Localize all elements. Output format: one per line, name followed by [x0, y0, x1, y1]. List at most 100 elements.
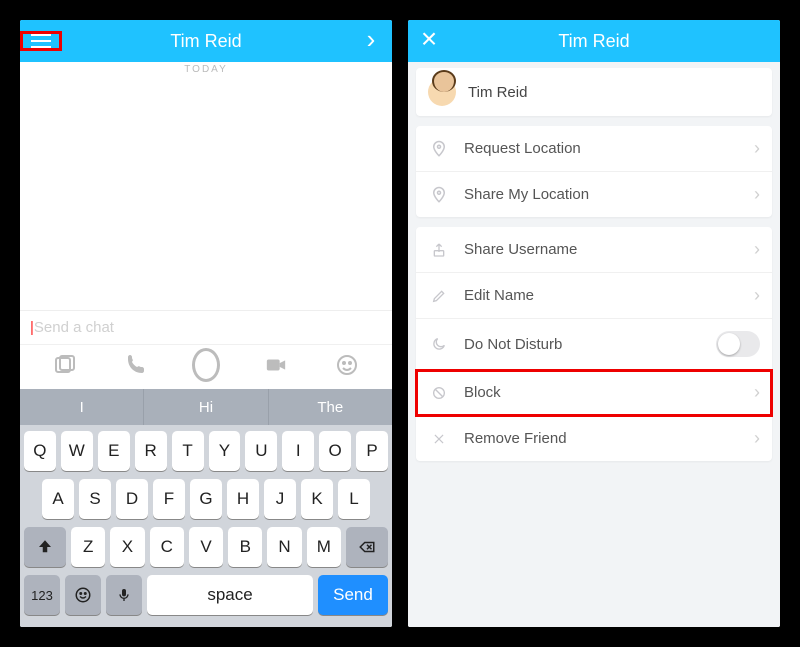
block-label: Block — [464, 384, 754, 401]
keyboard-row-3: Z X C V B N M — [24, 527, 388, 567]
phone-icon[interactable] — [122, 351, 150, 379]
key-u[interactable]: U — [245, 431, 277, 471]
key-h[interactable]: H — [227, 479, 259, 519]
location-pin-icon — [428, 140, 450, 158]
mic-icon — [116, 585, 132, 605]
avatar — [428, 78, 456, 106]
key-d[interactable]: D — [116, 479, 148, 519]
key-backspace[interactable] — [346, 527, 388, 567]
x-icon — [428, 432, 450, 446]
friend-settings-screen: Tim Reid Tim Reid Request Location › — [408, 20, 780, 627]
key-v[interactable]: V — [189, 527, 223, 567]
screenshot-frame: Tim Reid TODAY |Send a chat — [0, 0, 800, 647]
profile-name: Tim Reid — [468, 84, 527, 101]
chevron-right-icon — [367, 30, 376, 53]
close-icon — [421, 30, 437, 53]
suggestion-1[interactable]: I — [20, 389, 144, 425]
edit-name-label: Edit Name — [464, 287, 754, 304]
emoji-icon[interactable] — [333, 351, 361, 379]
keyboard-suggestion-bar: I Hi The — [20, 389, 392, 425]
backspace-icon — [358, 538, 376, 556]
key-x[interactable]: X — [110, 527, 144, 567]
chevron-icon: › — [754, 184, 760, 205]
suggestion-3[interactable]: The — [269, 389, 392, 425]
chevron-icon: › — [754, 428, 760, 449]
share-username-label: Share Username — [464, 241, 754, 258]
key-g[interactable]: G — [190, 479, 222, 519]
chat-header-forward[interactable] — [350, 30, 392, 53]
key-f[interactable]: F — [153, 479, 185, 519]
key-e[interactable]: E — [98, 431, 130, 471]
key-r[interactable]: R — [135, 431, 167, 471]
chat-header-title: Tim Reid — [62, 31, 350, 52]
settings-header: Tim Reid — [408, 20, 780, 62]
keyboard-row-4: 123 space Send — [24, 575, 388, 615]
key-a[interactable]: A — [42, 479, 74, 519]
remove-friend-label: Remove Friend — [464, 430, 754, 447]
key-s[interactable]: S — [79, 479, 111, 519]
key-q[interactable]: Q — [24, 431, 56, 471]
key-i[interactable]: I — [282, 431, 314, 471]
chat-body: TODAY — [20, 62, 392, 310]
settings-header-title: Tim Reid — [450, 31, 738, 52]
key-l[interactable]: L — [338, 479, 370, 519]
gallery-icon[interactable] — [51, 351, 79, 379]
do-not-disturb-label: Do Not Disturb — [464, 336, 716, 353]
chevron-icon: › — [754, 138, 760, 159]
key-j[interactable]: J — [264, 479, 296, 519]
request-location-row[interactable]: Request Location › — [416, 126, 772, 172]
remove-friend-row[interactable]: Remove Friend › — [416, 416, 772, 461]
close-button[interactable] — [408, 30, 450, 53]
pencil-icon — [428, 288, 450, 304]
shutter-button[interactable] — [192, 351, 220, 379]
today-label: TODAY — [20, 62, 392, 75]
block-icon — [428, 385, 450, 401]
chevron-icon: › — [754, 382, 760, 403]
key-send[interactable]: Send — [318, 575, 388, 615]
profile-row[interactable]: Tim Reid — [416, 68, 772, 116]
chevron-icon: › — [754, 285, 760, 306]
block-row[interactable]: Block › — [416, 370, 772, 416]
key-m[interactable]: M — [307, 527, 341, 567]
key-o[interactable]: O — [319, 431, 351, 471]
key-shift[interactable] — [24, 527, 66, 567]
edit-name-row[interactable]: Edit Name › — [416, 273, 772, 319]
share-username-row[interactable]: Share Username › — [416, 227, 772, 273]
key-emoji[interactable] — [65, 575, 101, 615]
key-p[interactable]: P — [356, 431, 388, 471]
chat-input[interactable]: |Send a chat — [20, 310, 392, 344]
share-icon — [428, 242, 450, 258]
key-b[interactable]: B — [228, 527, 262, 567]
dnd-toggle[interactable] — [716, 331, 760, 357]
do-not-disturb-row[interactable]: Do Not Disturb — [416, 319, 772, 370]
chat-screen: Tim Reid TODAY |Send a chat — [20, 20, 392, 627]
location-group: Request Location › Share My Location › — [416, 126, 772, 217]
key-mic[interactable] — [106, 575, 142, 615]
chevron-icon: › — [754, 239, 760, 260]
chat-action-row — [20, 344, 392, 389]
key-n[interactable]: N — [267, 527, 301, 567]
actions-group: Share Username › Edit Name › Do Not Dist… — [416, 227, 772, 461]
key-123[interactable]: 123 — [24, 575, 60, 615]
settings-body: Tim Reid Request Location › Share My Loc… — [408, 62, 780, 627]
key-y[interactable]: Y — [209, 431, 241, 471]
circle-icon — [192, 348, 220, 382]
location-pin-icon — [428, 186, 450, 204]
key-c[interactable]: C — [150, 527, 184, 567]
key-w[interactable]: W — [61, 431, 93, 471]
key-t[interactable]: T — [172, 431, 204, 471]
keyboard-row-2: A S D F G H J K L — [24, 479, 388, 519]
key-space[interactable]: space — [147, 575, 313, 615]
share-my-location-row[interactable]: Share My Location › — [416, 172, 772, 217]
moon-icon — [428, 336, 450, 352]
keyboard-row-1: Q W E R T Y U I O P — [24, 431, 388, 471]
hamburger-icon — [31, 34, 51, 48]
shift-icon — [36, 538, 54, 556]
share-my-location-label: Share My Location — [464, 186, 754, 203]
key-k[interactable]: K — [301, 479, 333, 519]
suggestion-2[interactable]: Hi — [144, 389, 268, 425]
smile-icon — [74, 586, 92, 604]
video-icon[interactable] — [262, 351, 290, 379]
key-z[interactable]: Z — [71, 527, 105, 567]
menu-button[interactable] — [20, 31, 62, 51]
